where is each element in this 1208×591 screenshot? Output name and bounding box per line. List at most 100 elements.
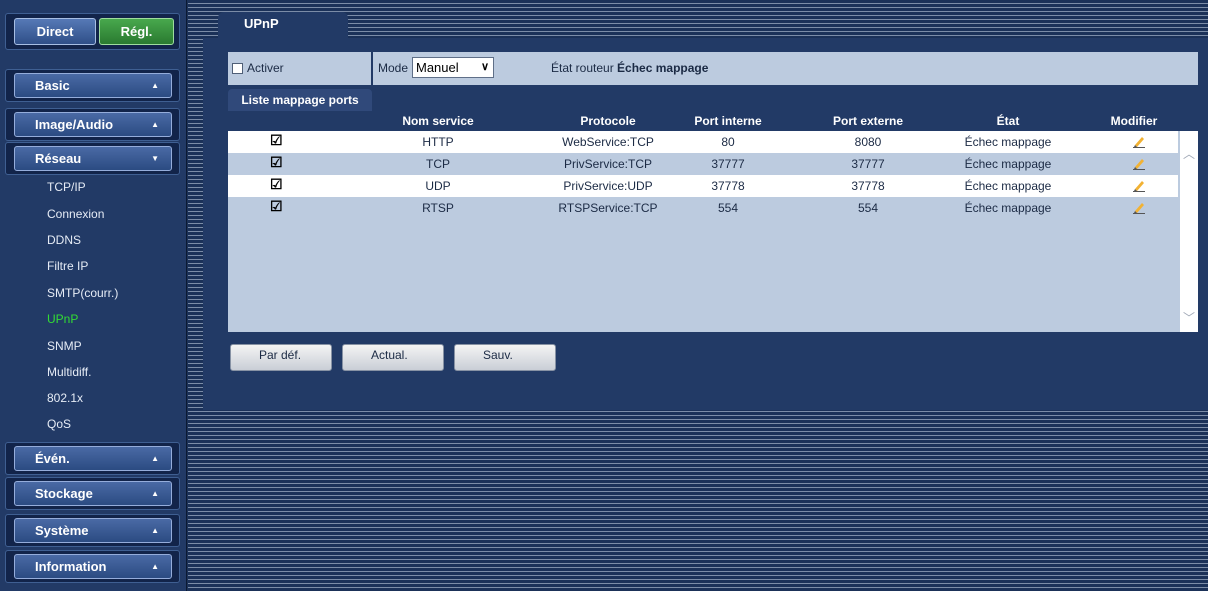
table-row: ☑ TCP PrivService:TCP 37777 37777 Échec …: [228, 153, 1178, 175]
sidebar: Direct Régl. Basic ▲ Image/Audio ▲ Résea…: [0, 0, 187, 591]
sidebar-item-multidiff[interactable]: Multidiff.: [47, 365, 91, 379]
settings-button[interactable]: Régl.: [99, 18, 174, 45]
row-checkbox[interactable]: ☑: [270, 177, 283, 191]
activer-cell: Activer: [228, 52, 373, 85]
chevron-up-icon: ▲: [151, 454, 159, 463]
sidebar-section-systeme: Système ▲: [5, 514, 180, 547]
chevron-down-icon: ∨: [480, 61, 489, 73]
cell-protocole: PrivService:TCP: [563, 157, 652, 171]
header-protocole: Protocole: [580, 114, 636, 128]
table-scrollbar[interactable]: ︿ ﹀: [1180, 131, 1198, 332]
router-status-label: État routeur: [551, 61, 614, 75]
chevron-down-icon: ▼: [151, 154, 159, 163]
mode-label: Mode: [378, 61, 409, 75]
sidebar-item-systeme[interactable]: Système ▲: [14, 518, 172, 543]
sidebar-item-label: Évén.: [35, 451, 70, 466]
chevron-up-icon: ▲: [151, 489, 159, 498]
sidebar-item-smtp[interactable]: SMTP(courr.): [47, 286, 118, 300]
direct-button[interactable]: Direct: [14, 18, 96, 45]
cell-etat: Échec mappage: [964, 135, 1052, 149]
tab-port-mapping-list[interactable]: Liste mappage ports: [228, 89, 372, 113]
sidebar-item-label: Information: [35, 559, 107, 574]
sidebar-item-qos[interactable]: QoS: [47, 417, 71, 431]
sidebar-item-snmp[interactable]: SNMP: [47, 339, 82, 353]
cell-etat: Échec mappage: [964, 179, 1052, 193]
sidebar-item-information[interactable]: Information ▲: [14, 554, 172, 579]
cell-service: HTTP: [422, 135, 454, 149]
mode-value: Manuel: [416, 60, 459, 75]
cell-protocole: RTSPService:TCP: [558, 201, 658, 215]
sidebar-item-label: Stockage: [35, 486, 93, 501]
cell-port-interne: 37778: [711, 179, 745, 193]
header-port-interne: Port interne: [694, 114, 762, 128]
header-service: Nom service: [402, 114, 474, 128]
sidebar-section-information: Information ▲: [5, 550, 180, 583]
table-header: Nom service Protocole Port interne Port …: [228, 111, 1198, 131]
activer-checkbox[interactable]: [232, 63, 243, 74]
activer-label: Activer: [247, 61, 284, 75]
sidebar-section-basic: Basic ▲: [5, 69, 180, 102]
cell-port-externe: 554: [857, 201, 879, 215]
sidebar-section-reseau: Réseau ▼: [5, 142, 180, 175]
chevron-up-icon: ▲: [151, 526, 159, 535]
header-modifier: Modifier: [1110, 114, 1158, 128]
sidebar-item-filtre-ip[interactable]: Filtre IP: [47, 259, 88, 273]
cell-port-externe: 37777: [851, 157, 885, 171]
sidebar-section-stockage: Stockage ▲: [5, 477, 180, 510]
sidebar-item-even[interactable]: Évén. ▲: [14, 446, 172, 471]
cell-port-interne: 37777: [711, 157, 745, 171]
router-status: État routeur Échec mappage: [551, 61, 708, 75]
sidebar-item-label: Image/Audio: [35, 117, 114, 132]
table-row: ☑ RTSP RTSPService:TCP 554 554 Échec map…: [228, 197, 1178, 219]
chevron-up-icon: ▲: [151, 562, 159, 571]
cell-protocole: PrivService:UDP: [563, 179, 653, 193]
chevron-up-icon[interactable]: ︿: [1183, 145, 1195, 162]
mode-select[interactable]: Manuel ∨: [412, 57, 494, 78]
mode-switch: Direct Régl.: [5, 13, 180, 50]
cell-service: RTSP: [422, 201, 454, 215]
sidebar-item-label: Système: [35, 523, 89, 538]
cell-port-interne: 80: [721, 135, 735, 149]
cell-port-externe: 37778: [851, 179, 885, 193]
cell-protocole: WebService:TCP: [562, 135, 654, 149]
header-port-externe: Port externe: [832, 114, 904, 128]
sidebar-item-label: Basic: [35, 78, 70, 93]
table-row: ☑ UDP PrivService:UDP 37778 37778 Échec …: [228, 175, 1178, 197]
sidebar-item-reseau[interactable]: Réseau ▼: [14, 146, 172, 171]
sidebar-item-basic[interactable]: Basic ▲: [14, 73, 172, 98]
sidebar-item-8021x[interactable]: 802.1x: [47, 391, 83, 405]
pencil-icon[interactable]: [1132, 156, 1146, 170]
port-mapping-table: Nom service Protocole Port interne Port …: [228, 111, 1198, 332]
router-status-value: Échec mappage: [617, 61, 709, 75]
row-checkbox[interactable]: ☑: [270, 133, 283, 147]
sidebar-item-image-audio[interactable]: Image/Audio ▲: [14, 112, 172, 137]
pencil-icon[interactable]: [1132, 178, 1146, 192]
upnp-settings-row: Activer Mode Manuel ∨ État routeur Échec…: [228, 52, 1198, 85]
header-etat: État: [996, 114, 1020, 128]
pencil-icon[interactable]: [1132, 200, 1146, 214]
sidebar-item-label: Réseau: [35, 151, 82, 166]
cell-etat: Échec mappage: [964, 201, 1052, 215]
sidebar-item-connexion[interactable]: Connexion: [47, 207, 104, 221]
sidebar-item-upnp[interactable]: UPnP: [47, 312, 78, 326]
row-checkbox[interactable]: ☑: [270, 155, 283, 169]
chevron-up-icon: ▲: [151, 120, 159, 129]
row-checkbox[interactable]: ☑: [270, 199, 283, 213]
tab-upnp[interactable]: UPnP: [218, 12, 348, 39]
cell-port-externe: 8080: [854, 135, 882, 149]
cell-etat: Échec mappage: [964, 157, 1052, 171]
chevron-down-icon[interactable]: ﹀: [1183, 309, 1195, 326]
pencil-icon[interactable]: [1132, 134, 1146, 148]
sidebar-section-even: Évén. ▲: [5, 442, 180, 475]
refresh-button[interactable]: Actual.: [342, 344, 444, 371]
cell-service: TCP: [426, 157, 450, 171]
chevron-up-icon: ▲: [151, 81, 159, 90]
save-button[interactable]: Sauv.: [454, 344, 556, 371]
cell-service: UDP: [425, 179, 451, 193]
sidebar-item-ddns[interactable]: DDNS: [47, 233, 81, 247]
sidebar-item-stockage[interactable]: Stockage ▲: [14, 481, 172, 506]
sidebar-item-tcpip[interactable]: TCP/IP: [47, 180, 86, 194]
table-row: ☑ HTTP WebService:TCP 80 8080 Échec mapp…: [228, 131, 1178, 153]
sidebar-section-image-audio: Image/Audio ▲: [5, 108, 180, 141]
default-button[interactable]: Par déf.: [230, 344, 332, 371]
